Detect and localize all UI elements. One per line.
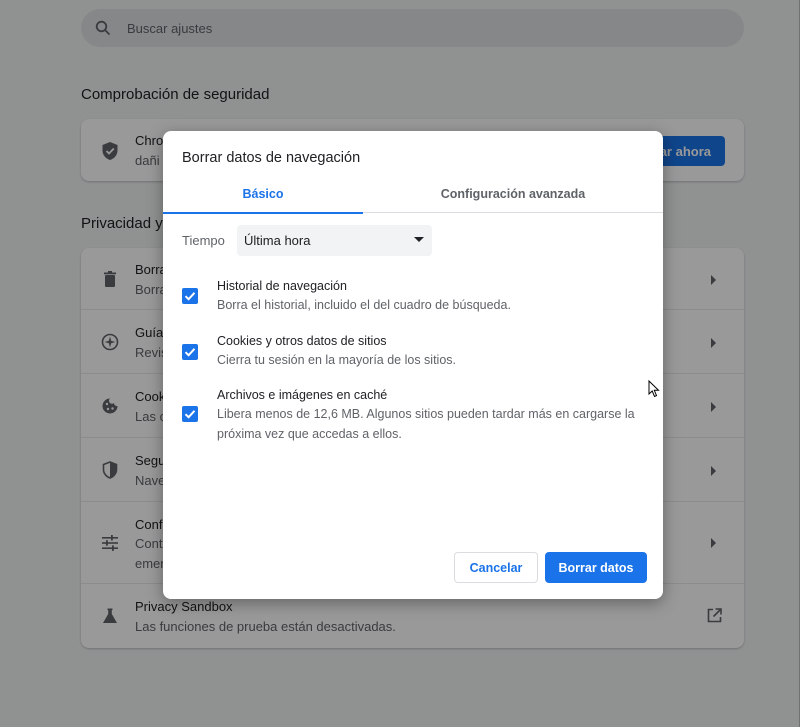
dialog-tabs: Básico Configuración avanzada — [163, 175, 663, 214]
option-cache: Archivos e imágenes en caché Libera meno… — [163, 388, 663, 458]
clear-browsing-data-dialog: Borrar datos de navegación Básico Config… — [163, 131, 663, 599]
option-title: Archivos e imágenes en caché — [217, 388, 388, 402]
time-range-select[interactable]: Última hora — [237, 225, 432, 256]
checkmark-icon — [184, 410, 196, 419]
mouse-cursor-icon — [648, 380, 660, 398]
tab-advanced[interactable]: Configuración avanzada — [413, 175, 613, 213]
option-description: Borra el historial, incluido el del cuad… — [217, 298, 511, 312]
tab-basic[interactable]: Básico — [163, 175, 363, 214]
dropdown-arrow-icon — [414, 237, 424, 242]
time-range-value: Última hora — [244, 233, 311, 248]
cancel-button[interactable]: Cancelar — [454, 552, 538, 583]
cache-checkbox[interactable] — [182, 406, 198, 422]
option-cookies: Cookies y otros datos de sitios Cierra t… — [163, 333, 663, 383]
option-title: Historial de navegación — [217, 279, 347, 293]
history-checkbox[interactable] — [182, 288, 198, 304]
dialog-title: Borrar datos de navegación — [182, 150, 361, 166]
time-range-label: Tiempo — [182, 233, 225, 248]
checkmark-icon — [184, 292, 196, 301]
option-description: Libera menos de 12,6 MB. Algunos sitios … — [217, 407, 635, 441]
option-description: Cierra tu sesión en la mayoría de los si… — [217, 353, 456, 367]
clear-data-button[interactable]: Borrar datos — [545, 552, 647, 583]
option-title: Cookies y otros datos de sitios — [217, 334, 387, 348]
checkmark-icon — [184, 348, 196, 357]
cookies-checkbox[interactable] — [182, 344, 198, 360]
option-history: Historial de navegación Borra el histori… — [163, 279, 663, 329]
